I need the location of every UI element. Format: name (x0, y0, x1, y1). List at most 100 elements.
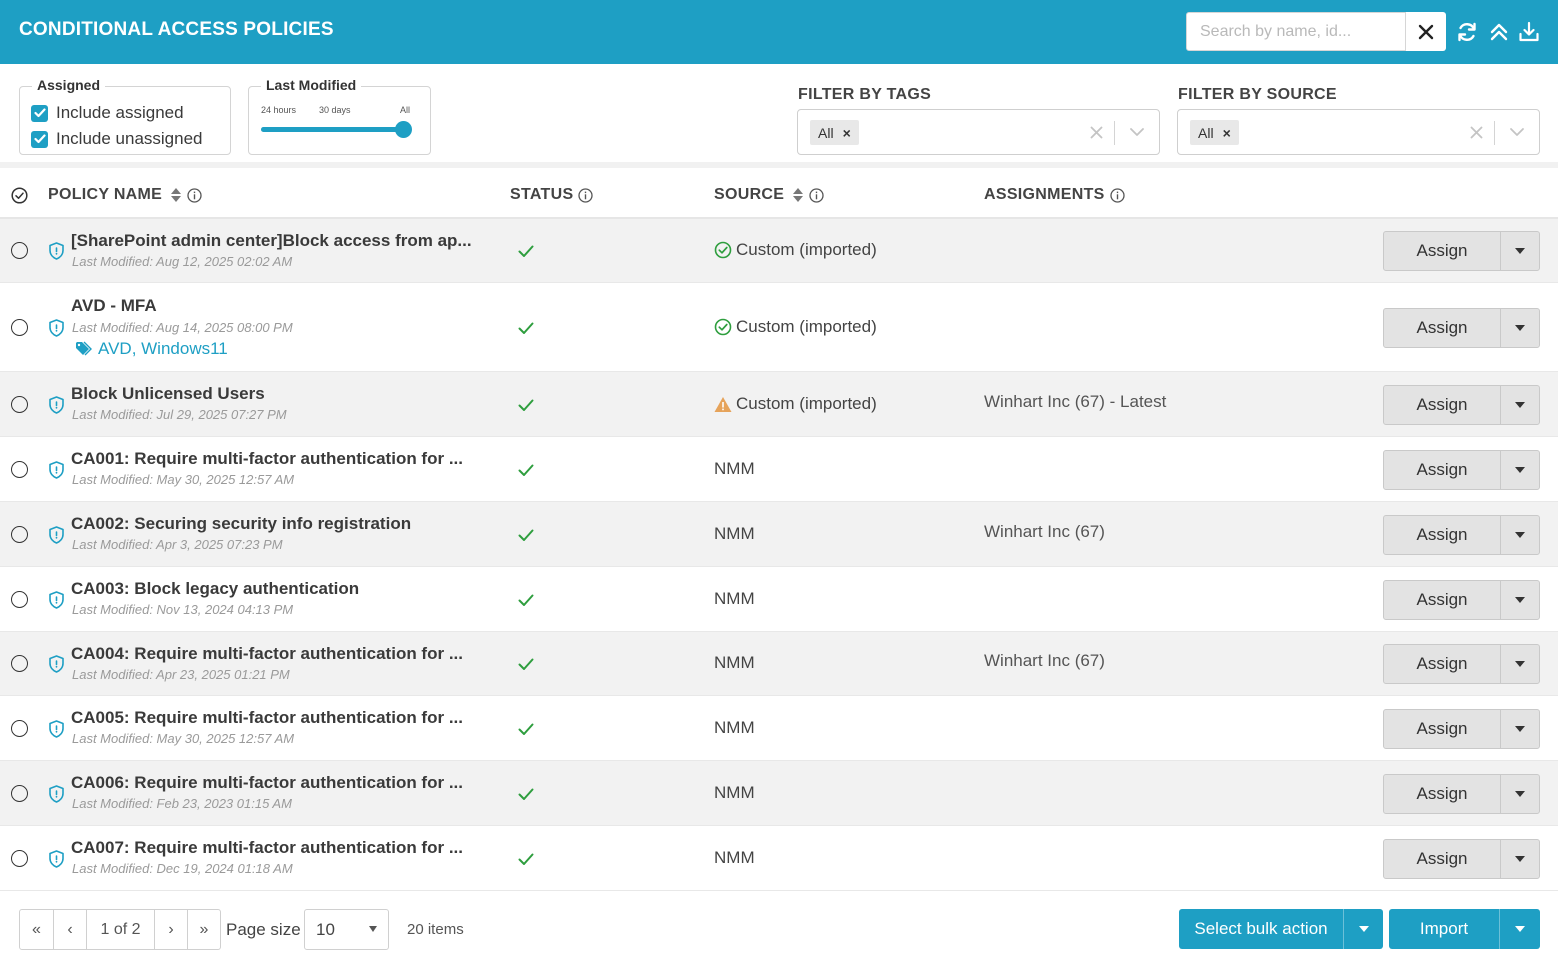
bulk-action-dropdown[interactable] (1344, 909, 1383, 949)
column-policy-name[interactable]: POLICY NAME (48, 186, 202, 204)
last-page-button[interactable]: » (188, 910, 220, 949)
slider-tick-24h: 24 hours (261, 105, 297, 115)
assign-button[interactable]: Assign (1383, 644, 1540, 684)
row-select-radio[interactable] (11, 396, 28, 413)
column-assignments[interactable]: ASSIGNMENTS (984, 186, 1125, 204)
assign-dropdown[interactable] (1501, 309, 1539, 347)
include-unassigned-checkbox[interactable]: Include unassigned (31, 129, 203, 149)
assign-button[interactable]: Assign (1383, 774, 1540, 814)
assign-button-label[interactable]: Assign (1384, 232, 1501, 270)
search-clear-button[interactable] (1405, 12, 1446, 51)
assign-dropdown[interactable] (1501, 775, 1539, 813)
row-select-radio[interactable] (11, 526, 28, 543)
policy-tags[interactable]: AVD, Windows11 (75, 339, 228, 359)
filter-by-source-select[interactable]: All × (1177, 109, 1540, 155)
assign-button-label[interactable]: Assign (1384, 386, 1501, 424)
prev-page-button[interactable]: ‹ (54, 910, 87, 949)
last-modified-slider-thumb[interactable] (395, 121, 412, 138)
tag-chip-remove-icon[interactable]: × (843, 125, 851, 141)
info-icon[interactable] (187, 187, 202, 203)
next-page-button[interactable]: › (155, 910, 188, 949)
info-icon[interactable] (809, 187, 824, 203)
source-clear-icon[interactable] (1466, 122, 1486, 142)
assign-button[interactable]: Assign (1383, 231, 1540, 271)
search-input[interactable] (1187, 13, 1405, 50)
search-box[interactable] (1186, 12, 1406, 51)
export-button[interactable] (1518, 21, 1540, 43)
assign-dropdown[interactable] (1501, 386, 1539, 424)
policy-name-link[interactable]: AVD - MFA (71, 296, 157, 316)
assign-dropdown[interactable] (1501, 710, 1539, 748)
assign-dropdown[interactable] (1501, 645, 1539, 683)
policy-name-link[interactable]: CA003: Block legacy authentication (71, 579, 359, 599)
policy-name-link[interactable]: CA005: Require multi-factor authenticati… (71, 708, 463, 728)
shield-icon (49, 526, 64, 544)
policy-last-modified: Last Modified: Feb 23, 2023 01:15 AM (72, 796, 292, 811)
info-icon[interactable] (578, 187, 594, 203)
last-modified-slider-track[interactable] (261, 127, 404, 132)
assign-dropdown[interactable] (1501, 840, 1539, 878)
sort-icon[interactable] (170, 187, 182, 203)
policy-name-link[interactable]: Block Unlicensed Users (71, 384, 265, 404)
status-enabled-check-icon (518, 322, 534, 334)
assign-dropdown[interactable] (1501, 516, 1539, 554)
sort-icon[interactable] (792, 187, 804, 203)
first-page-button[interactable]: « (20, 910, 54, 949)
row-select-radio[interactable] (11, 655, 28, 672)
include-assigned-checkbox[interactable]: Include assigned (31, 103, 184, 123)
select-all-icon[interactable] (11, 187, 28, 204)
assign-button[interactable]: Assign (1383, 450, 1540, 490)
policy-name-link[interactable]: CA006: Require multi-factor authenticati… (71, 773, 463, 793)
assign-dropdown[interactable] (1501, 232, 1539, 270)
assign-button[interactable]: Assign (1383, 839, 1540, 879)
row-select-radio[interactable] (11, 785, 28, 802)
row-select-radio[interactable] (11, 591, 28, 608)
chevron-down-icon[interactable] (1127, 122, 1147, 142)
assign-dropdown[interactable] (1501, 581, 1539, 619)
policy-source-label: Custom (imported) (736, 240, 877, 259)
shield-icon (49, 720, 64, 738)
row-select-radio[interactable] (11, 461, 28, 478)
assign-button-label[interactable]: Assign (1384, 710, 1501, 748)
page-size-select[interactable]: 10 (304, 909, 389, 950)
bulk-action-label[interactable]: Select bulk action (1179, 909, 1344, 949)
info-icon[interactable] (1110, 187, 1125, 203)
source-chip-remove-icon[interactable]: × (1223, 125, 1231, 141)
import-button[interactable]: Import (1389, 909, 1540, 949)
row-select-radio[interactable] (11, 720, 28, 737)
refresh-button[interactable] (1456, 21, 1478, 43)
row-select-radio[interactable] (11, 319, 28, 336)
policy-name-link[interactable]: CA002: Securing security info registrati… (71, 514, 411, 534)
column-status[interactable]: STATUS (510, 186, 594, 204)
assign-button-label[interactable]: Assign (1384, 840, 1501, 878)
filter-by-tags-select[interactable]: All × (797, 109, 1160, 155)
policy-name-link[interactable]: CA004: Require multi-factor authenticati… (71, 644, 463, 664)
policy-source-label: NMM (714, 848, 755, 867)
import-label[interactable]: Import (1389, 909, 1500, 949)
collapse-all-button[interactable] (1488, 21, 1510, 43)
assign-button-label[interactable]: Assign (1384, 451, 1501, 489)
slider-tick-all: All (400, 105, 411, 115)
assign-button-label[interactable]: Assign (1384, 516, 1501, 554)
assign-dropdown[interactable] (1501, 451, 1539, 489)
assign-button[interactable]: Assign (1383, 308, 1540, 348)
tags-clear-icon[interactable] (1086, 122, 1106, 142)
bulk-action-button[interactable]: Select bulk action (1179, 909, 1383, 949)
import-dropdown[interactable] (1500, 909, 1540, 949)
policy-name-link[interactable]: CA007: Require multi-factor authenticati… (71, 838, 463, 858)
policy-name-link[interactable]: [SharePoint admin center]Block access fr… (71, 231, 472, 251)
assign-button-label[interactable]: Assign (1384, 775, 1501, 813)
column-source[interactable]: SOURCE (714, 186, 824, 204)
assign-button[interactable]: Assign (1383, 580, 1540, 620)
policy-name-link[interactable]: CA001: Require multi-factor authenticati… (71, 449, 463, 469)
chevron-down-icon[interactable] (1507, 122, 1527, 142)
assign-button-label[interactable]: Assign (1384, 645, 1501, 683)
assign-button[interactable]: Assign (1383, 515, 1540, 555)
row-select-radio[interactable] (11, 850, 28, 867)
assign-button[interactable]: Assign (1383, 385, 1540, 425)
row-select-radio[interactable] (11, 242, 28, 259)
assign-button-label[interactable]: Assign (1384, 309, 1501, 347)
last-modified-filter-group: Last Modified 24 hours 30 days All (248, 77, 431, 155)
assign-button-label[interactable]: Assign (1384, 581, 1501, 619)
assign-button[interactable]: Assign (1383, 709, 1540, 749)
